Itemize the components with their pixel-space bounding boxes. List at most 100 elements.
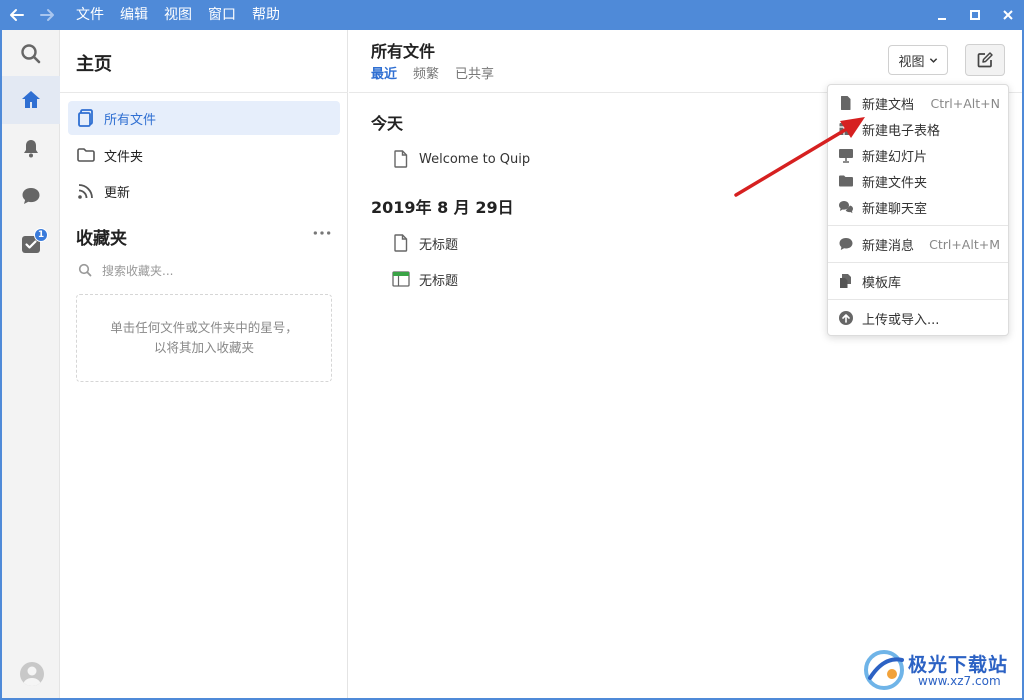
sidebar-item-folders[interactable]: 文件夹: [68, 138, 340, 172]
maximize-icon: [969, 10, 980, 20]
rail-chat-button[interactable]: [2, 172, 60, 220]
forward-button[interactable]: [34, 0, 60, 30]
template-icon: [840, 274, 851, 288]
sidebar-item-updates[interactable]: 更新: [68, 174, 340, 208]
menu-item-label: 新建文件夹: [862, 175, 928, 191]
menu-item-label: 模板库: [862, 275, 902, 291]
new-document-icon: [841, 96, 851, 110]
home-icon: [22, 91, 40, 108]
bell-icon: [24, 140, 38, 158]
sidebar-divider: [60, 92, 348, 93]
rail-search-button[interactable]: [2, 30, 60, 78]
file-row[interactable]: Welcome to Quip: [391, 146, 530, 172]
menu-item-label: 新建文档: [862, 97, 915, 113]
file-name: 无标题: [419, 273, 459, 289]
menu-item-upload-import[interactable]: 上传或导入...: [828, 306, 1008, 330]
arrow-right-icon: [40, 9, 54, 21]
menu-item-new-slides[interactable]: 新建幻灯片: [828, 143, 1008, 167]
sidebar-item-label: 所有文件: [104, 112, 157, 128]
new-item-menu: 新建文档 Ctrl+Alt+N 新建电子表格 新建幻灯片 新建文件夹 新建聊天室…: [827, 84, 1009, 336]
tab-bar: 最近 频繁 已共享: [371, 63, 510, 82]
spreadsheet-icon: [392, 271, 410, 287]
close-button[interactable]: [991, 0, 1024, 30]
file-name: Welcome to Quip: [419, 151, 531, 167]
search-icon: [78, 263, 92, 277]
menu-item-shortcut: Ctrl+Alt+M: [929, 236, 1000, 252]
all-files-icon: [78, 109, 93, 127]
menu-item-template-library[interactable]: 模板库: [828, 269, 1008, 293]
section-heading-today: 今天: [371, 114, 404, 133]
sidebar-item-label: 更新: [104, 185, 131, 201]
favorites-empty-text: 单击任何文件或文件夹中的星号，以将其加入收藏夹: [110, 320, 298, 355]
menu-edit[interactable]: 编辑: [112, 0, 156, 30]
sidebar: 主页 所有文件 文件夹 更新 收藏夹 搜索收藏夹... 单击任何文件或文件夹中的…: [60, 30, 348, 698]
favorites-empty-state: 单击任何文件或文件夹中的星号，以将其加入收藏夹: [76, 294, 332, 382]
compose-button[interactable]: [965, 44, 1005, 76]
menu-view[interactable]: 视图: [156, 0, 200, 30]
favorites-title: 收藏夹: [76, 229, 127, 249]
file-row[interactable]: 无标题: [391, 266, 458, 292]
menu-item-new-spreadsheet[interactable]: 新建电子表格: [828, 117, 1008, 141]
menu-separator: [828, 225, 1008, 226]
more-dots-icon: [313, 231, 331, 235]
rail-tasks-button[interactable]: 1: [2, 220, 60, 268]
menu-item-label: 新建电子表格: [862, 123, 941, 139]
favorites-search-input[interactable]: 搜索收藏夹...: [76, 258, 332, 282]
menu-file[interactable]: 文件: [68, 0, 112, 30]
search-icon: [21, 44, 41, 64]
file-row[interactable]: 无标题: [391, 230, 458, 256]
new-spreadsheet-icon: [839, 123, 853, 135]
minimize-icon: [937, 18, 946, 20]
rail-notifications-button[interactable]: [2, 124, 60, 172]
favorites-more-button[interactable]: [310, 224, 334, 242]
menu-item-new-chatroom[interactable]: 新建聊天室: [828, 195, 1008, 219]
menu-item-new-folder[interactable]: 新建文件夹: [828, 169, 1008, 193]
menu-bar: 文件 编辑 视图 窗口 帮助: [68, 0, 288, 30]
arrow-left-icon: [10, 9, 24, 21]
upload-icon: [839, 311, 853, 325]
avatar[interactable]: [20, 662, 44, 686]
menu-item-label: 新建消息: [862, 238, 915, 254]
page-title: 所有文件: [371, 42, 436, 61]
new-folder-icon: [839, 175, 853, 187]
menu-item-new-document[interactable]: 新建文档 Ctrl+Alt+N: [828, 91, 1008, 115]
rail-home-button[interactable]: [2, 76, 60, 124]
compose-icon: [977, 52, 993, 68]
new-chatroom-icon: [839, 201, 853, 214]
maximize-button[interactable]: [958, 0, 991, 30]
view-button[interactable]: 视图: [888, 45, 948, 75]
sidebar-item-label: 文件夹: [104, 149, 144, 165]
close-icon: [1002, 10, 1013, 20]
menu-window[interactable]: 窗口: [200, 0, 244, 30]
chevron-down-icon: [929, 57, 937, 63]
tab-shared[interactable]: 已共享: [455, 63, 494, 82]
document-icon: [394, 150, 408, 168]
menu-separator: [828, 299, 1008, 300]
title-bar: 文件 编辑 视图 窗口 帮助: [0, 0, 1024, 30]
file-name: 无标题: [419, 237, 459, 253]
section-heading-date: 2019年 8 月 29日: [371, 198, 514, 217]
tab-frequent[interactable]: 频繁: [413, 63, 439, 82]
new-message-icon: [839, 238, 853, 250]
watermark-logo-icon: [864, 650, 904, 690]
menu-item-shortcut: Ctrl+Alt+N: [930, 95, 1000, 111]
sidebar-title: 主页: [76, 54, 112, 75]
window-controls: [925, 0, 1024, 30]
menu-item-label: 上传或导入...: [862, 312, 940, 328]
document-icon: [394, 234, 408, 252]
sidebar-item-all-files[interactable]: 所有文件: [68, 101, 340, 135]
tab-recent[interactable]: 最近: [371, 63, 397, 82]
menu-help[interactable]: 帮助: [244, 0, 288, 30]
menu-item-label: 新建聊天室: [862, 201, 928, 217]
minimize-button[interactable]: [925, 0, 958, 30]
menu-item-label: 新建幻灯片: [862, 149, 928, 165]
watermark: 极光下载站 www.xz7.com: [860, 646, 1020, 696]
back-button[interactable]: [4, 0, 30, 30]
user-avatar-icon: [23, 666, 41, 686]
chat-icon: [22, 188, 40, 204]
menu-item-new-message[interactable]: 新建消息 Ctrl+Alt+M: [828, 232, 1008, 256]
folder-icon: [77, 148, 95, 162]
icon-rail: 1: [2, 30, 60, 698]
view-button-label: 视图: [898, 54, 925, 70]
tasks-badge: 1: [34, 228, 48, 242]
